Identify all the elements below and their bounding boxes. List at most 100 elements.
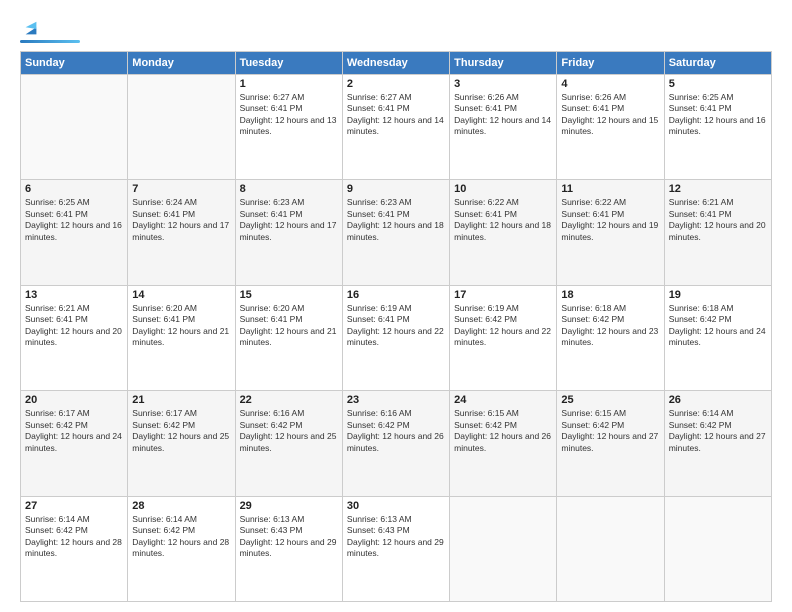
- cell-info: Sunrise: 6:23 AM Sunset: 6:41 PM Dayligh…: [347, 197, 445, 243]
- cell-info: Sunrise: 6:19 AM Sunset: 6:41 PM Dayligh…: [347, 303, 445, 349]
- cell-info: Sunrise: 6:20 AM Sunset: 6:41 PM Dayligh…: [132, 303, 230, 349]
- day-number: 7: [132, 183, 230, 195]
- page: SundayMondayTuesdayWednesdayThursdayFrid…: [0, 0, 792, 612]
- cell-info: Sunrise: 6:27 AM Sunset: 6:41 PM Dayligh…: [240, 92, 338, 138]
- calendar-cell: 7Sunrise: 6:24 AM Sunset: 6:41 PM Daylig…: [128, 180, 235, 285]
- day-number: 25: [561, 394, 659, 406]
- calendar-cell: 29 Sunrise: 6:13 AM Sunset: 6:43 PM Dayli…: [235, 496, 342, 601]
- weekday-header-row: SundayMondayTuesdayWednesdayThursdayFrid…: [21, 52, 772, 75]
- day-number: 10: [454, 183, 552, 195]
- calendar-cell: [557, 496, 664, 601]
- calendar-cell: 3Sunrise: 6:26 AM Sunset: 6:41 PM Daylig…: [450, 75, 557, 180]
- logo-icon: [22, 20, 40, 38]
- weekday-header-thursday: Thursday: [450, 52, 557, 75]
- calendar-cell: 19Sunrise: 6:18 AM Sunset: 6:42 PM Dayli…: [664, 285, 771, 390]
- calendar-table: SundayMondayTuesdayWednesdayThursdayFrid…: [20, 51, 772, 602]
- day-number: 15: [240, 289, 338, 301]
- calendar-cell: 24 Sunrise: 6:15 AM Sunset: 6:42 PM Dayli…: [450, 391, 557, 496]
- day-number: 9: [347, 183, 445, 195]
- cell-info: Sunrise: 6:25 AM Sunset: 6:41 PM Dayligh…: [25, 197, 123, 243]
- calendar-cell: 23 Sunrise: 6:16 AM Sunset: 6:42 PM Dayli…: [342, 391, 449, 496]
- cell-info: Sunrise: 6:21 AM Sunset: 6:41 PM Dayligh…: [25, 303, 123, 349]
- cell-info: Sunrise: 6:13 AM Sunset: 6:43 PM Dayligh…: [347, 514, 445, 560]
- cell-info: Sunrise: 6:13 AM Sunset: 6:43 PM Dayligh…: [240, 514, 338, 560]
- day-number: 29: [240, 500, 338, 512]
- day-number: 12: [669, 183, 767, 195]
- calendar-cell: 30 Sunrise: 6:13 AM Sunset: 6:43 PM Dayli…: [342, 496, 449, 601]
- day-number: 17: [454, 289, 552, 301]
- cell-info: Sunrise: 6:16 AM Sunset: 6:42 PM Dayligh…: [240, 408, 338, 454]
- weekday-header-saturday: Saturday: [664, 52, 771, 75]
- cell-info: Sunrise: 6:16 AM Sunset: 6:42 PM Dayligh…: [347, 408, 445, 454]
- calendar-cell: 5 Sunrise: 6:25 AM Sunset: 6:41 PM Daylig…: [664, 75, 771, 180]
- day-number: 3: [454, 78, 552, 90]
- weekday-header-friday: Friday: [557, 52, 664, 75]
- day-number: 1: [240, 78, 338, 90]
- calendar-week-row: 6 Sunrise: 6:25 AM Sunset: 6:41 PM Daylig…: [21, 180, 772, 285]
- calendar-cell: [21, 75, 128, 180]
- calendar-week-row: 20 Sunrise: 6:17 AM Sunset: 6:42 PM Dayli…: [21, 391, 772, 496]
- day-number: 23: [347, 394, 445, 406]
- day-number: 6: [25, 183, 123, 195]
- calendar-cell: 13 Sunrise: 6:21 AM Sunset: 6:41 PM Dayli…: [21, 285, 128, 390]
- calendar-cell: 12 Sunrise: 6:21 AM Sunset: 6:41 PM Dayli…: [664, 180, 771, 285]
- cell-info: Sunrise: 6:19 AM Sunset: 6:42 PM Dayligh…: [454, 303, 552, 349]
- weekday-header-wednesday: Wednesday: [342, 52, 449, 75]
- calendar-cell: 25 Sunrise: 6:15 AM Sunset: 6:42 PM Dayli…: [557, 391, 664, 496]
- calendar-cell: 1 Sunrise: 6:27 AM Sunset: 6:41 PM Daylig…: [235, 75, 342, 180]
- cell-info: Sunrise: 6:14 AM Sunset: 6:42 PM Dayligh…: [132, 514, 230, 560]
- calendar-cell: [128, 75, 235, 180]
- cell-info: Sunrise: 6:15 AM Sunset: 6:42 PM Dayligh…: [561, 408, 659, 454]
- calendar-cell: 15 Sunrise: 6:20 AM Sunset: 6:41 PM Dayli…: [235, 285, 342, 390]
- calendar-cell: 10 Sunrise: 6:22 AM Sunset: 6:41 PM Dayli…: [450, 180, 557, 285]
- day-number: 2: [347, 78, 445, 90]
- day-number: 21: [132, 394, 230, 406]
- calendar-cell: 4 Sunrise: 6:26 AM Sunset: 6:41 PM Daylig…: [557, 75, 664, 180]
- calendar-cell: 16 Sunrise: 6:19 AM Sunset: 6:41 PM Dayli…: [342, 285, 449, 390]
- day-number: 14: [132, 289, 230, 301]
- day-number: 13: [25, 289, 123, 301]
- calendar-week-row: 27 Sunrise: 6:14 AM Sunset: 6:42 PM Dayli…: [21, 496, 772, 601]
- cell-info: Sunrise: 6:22 AM Sunset: 6:41 PM Dayligh…: [454, 197, 552, 243]
- calendar-cell: 14 Sunrise: 6:20 AM Sunset: 6:41 PM Dayli…: [128, 285, 235, 390]
- cell-info: Sunrise: 6:17 AM Sunset: 6:42 PM Dayligh…: [25, 408, 123, 454]
- logo: [20, 18, 80, 43]
- logo-line: [20, 40, 80, 43]
- cell-info: Sunrise: 6:26 AM Sunset: 6:41 PM Dayligh…: [561, 92, 659, 138]
- calendar-cell: 11Sunrise: 6:22 AM Sunset: 6:41 PM Dayli…: [557, 180, 664, 285]
- calendar-cell: 27 Sunrise: 6:14 AM Sunset: 6:42 PM Dayli…: [21, 496, 128, 601]
- calendar-cell: [664, 496, 771, 601]
- day-number: 16: [347, 289, 445, 301]
- calendar-cell: 8Sunrise: 6:23 AM Sunset: 6:41 PM Daylig…: [235, 180, 342, 285]
- calendar-cell: 21 Sunrise: 6:17 AM Sunset: 6:42 PM Dayli…: [128, 391, 235, 496]
- calendar-cell: 9 Sunrise: 6:23 AM Sunset: 6:41 PM Daylig…: [342, 180, 449, 285]
- cell-info: Sunrise: 6:18 AM Sunset: 6:42 PM Dayligh…: [561, 303, 659, 349]
- day-number: 27: [25, 500, 123, 512]
- calendar-cell: 20 Sunrise: 6:17 AM Sunset: 6:42 PM Dayli…: [21, 391, 128, 496]
- calendar-cell: 22 Sunrise: 6:16 AM Sunset: 6:42 PM Dayli…: [235, 391, 342, 496]
- day-number: 5: [669, 78, 767, 90]
- calendar-cell: 26Sunrise: 6:14 AM Sunset: 6:42 PM Dayli…: [664, 391, 771, 496]
- cell-info: Sunrise: 6:15 AM Sunset: 6:42 PM Dayligh…: [454, 408, 552, 454]
- cell-info: Sunrise: 6:14 AM Sunset: 6:42 PM Dayligh…: [25, 514, 123, 560]
- cell-info: Sunrise: 6:22 AM Sunset: 6:41 PM Dayligh…: [561, 197, 659, 243]
- cell-info: Sunrise: 6:17 AM Sunset: 6:42 PM Dayligh…: [132, 408, 230, 454]
- cell-info: Sunrise: 6:18 AM Sunset: 6:42 PM Dayligh…: [669, 303, 767, 349]
- calendar-cell: 2 Sunrise: 6:27 AM Sunset: 6:41 PM Daylig…: [342, 75, 449, 180]
- cell-info: Sunrise: 6:14 AM Sunset: 6:42 PM Dayligh…: [669, 408, 767, 454]
- day-number: 4: [561, 78, 659, 90]
- calendar-cell: 18 Sunrise: 6:18 AM Sunset: 6:42 PM Dayli…: [557, 285, 664, 390]
- calendar-cell: 17 Sunrise: 6:19 AM Sunset: 6:42 PM Dayli…: [450, 285, 557, 390]
- day-number: 20: [25, 394, 123, 406]
- day-number: 18: [561, 289, 659, 301]
- header: [20, 18, 772, 43]
- day-number: 30: [347, 500, 445, 512]
- cell-info: Sunrise: 6:25 AM Sunset: 6:41 PM Dayligh…: [669, 92, 767, 138]
- cell-info: Sunrise: 6:27 AM Sunset: 6:41 PM Dayligh…: [347, 92, 445, 138]
- cell-info: Sunrise: 6:23 AM Sunset: 6:41 PM Dayligh…: [240, 197, 338, 243]
- cell-info: Sunrise: 6:20 AM Sunset: 6:41 PM Dayligh…: [240, 303, 338, 349]
- day-number: 22: [240, 394, 338, 406]
- day-number: 24: [454, 394, 552, 406]
- calendar-cell: 6 Sunrise: 6:25 AM Sunset: 6:41 PM Daylig…: [21, 180, 128, 285]
- cell-info: Sunrise: 6:21 AM Sunset: 6:41 PM Dayligh…: [669, 197, 767, 243]
